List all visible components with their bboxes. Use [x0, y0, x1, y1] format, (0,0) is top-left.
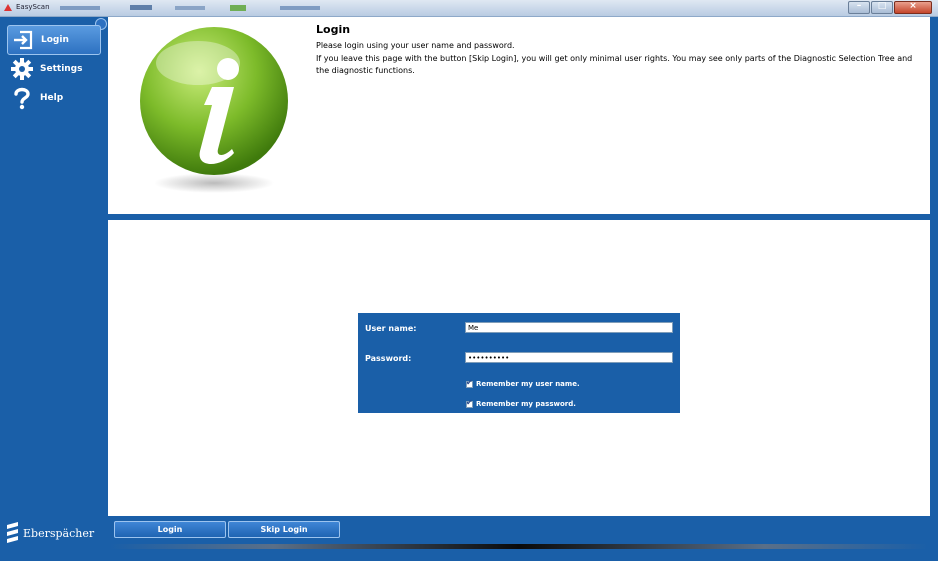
- login-panel: User name: Me Password: •••••••••• Remem…: [108, 220, 930, 516]
- status-progress-bar: [110, 544, 928, 549]
- sidebar-item-label: Login: [41, 35, 69, 45]
- close-icon: ×: [909, 1, 917, 11]
- login-form: User name: Me Password: •••••••••• Remem…: [358, 313, 680, 413]
- app-icon: [4, 4, 12, 11]
- eberspaecher-logo: Eberspächer: [6, 522, 94, 544]
- title-bar: EasyScan – □ ×: [0, 0, 938, 17]
- remember-password-label[interactable]: Remember my password.: [476, 400, 576, 408]
- remember-password-checkbox[interactable]: [466, 398, 473, 408]
- skip-login-button[interactable]: Skip Login: [228, 521, 340, 538]
- window-title: EasyScan: [16, 3, 50, 11]
- remember-username-label[interactable]: Remember my user name.: [476, 380, 580, 388]
- sidebar: Login Settings Help Eberspächer: [4, 17, 107, 557]
- blurred-taskbar-graphic: [60, 5, 320, 11]
- sidebar-item-help[interactable]: Help: [7, 84, 99, 112]
- page-title: Login: [316, 23, 351, 36]
- close-button[interactable]: ×: [894, 1, 932, 14]
- sidebar-item-label: Settings: [40, 64, 83, 74]
- gear-icon: [10, 57, 34, 81]
- logo-text: Eberspächer: [23, 526, 95, 540]
- maximize-icon: □: [877, 1, 887, 11]
- eberspaecher-logo-mark: [7, 522, 18, 543]
- remember-username-checkbox[interactable]: [466, 378, 473, 388]
- info-text-line-2: If you leave this page with the button […: [316, 54, 913, 75]
- sidebar-item-label: Help: [40, 93, 64, 103]
- info-panel: Login Please login using your user name …: [108, 17, 930, 214]
- login-icon: [11, 28, 35, 52]
- info-text-line-1: Please login using your user name and pa…: [316, 41, 515, 50]
- remember-password-row[interactable]: Remember my password.: [466, 398, 576, 408]
- window-controls: – □ ×: [847, 1, 932, 14]
- password-input[interactable]: ••••••••••: [465, 352, 673, 363]
- remember-username-row[interactable]: Remember my user name.: [466, 378, 580, 388]
- username-label: User name:: [365, 324, 417, 333]
- info-icon: [140, 27, 288, 193]
- question-icon: [10, 86, 34, 110]
- maximize-button[interactable]: □: [871, 1, 893, 14]
- sidebar-item-settings[interactable]: Settings: [7, 55, 99, 83]
- minimize-icon: –: [856, 1, 862, 11]
- username-input[interactable]: Me: [465, 322, 673, 333]
- sidebar-item-login[interactable]: Login: [7, 25, 101, 55]
- minimize-button[interactable]: –: [848, 1, 870, 14]
- login-button[interactable]: Login: [114, 521, 226, 538]
- password-label: Password:: [365, 354, 412, 363]
